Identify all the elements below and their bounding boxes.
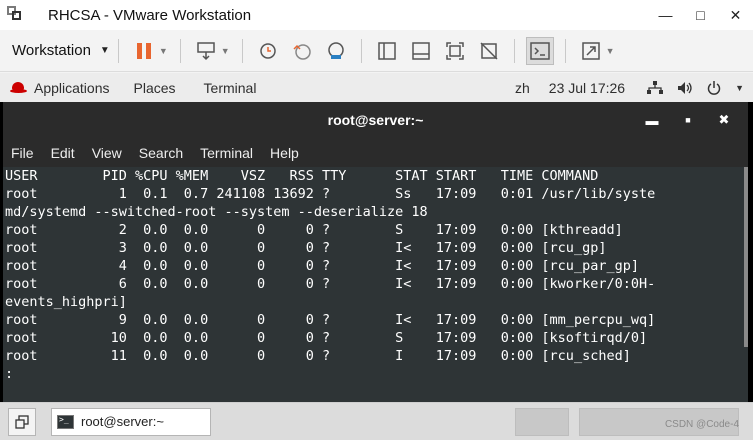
- guest-display[interactable]: Applications Places Terminal zh 23 Jul 1…: [0, 73, 753, 402]
- workstation-menu-label: Workstation: [12, 42, 91, 59]
- show-desktop-icon: [15, 414, 29, 429]
- snapshot-manager-icon: [327, 41, 344, 59]
- terminal-line: root 3 0.0 0.0 0 0 ? I< 17:09 0:00 [rcu_…: [5, 240, 607, 256]
- send-ctrl-alt-del-button[interactable]: [192, 37, 220, 65]
- terminal-output[interactable]: USER PID %CPU %MEM VSZ RSS TTY STAT STAR…: [3, 167, 748, 402]
- vmware-toolbar: Workstation ▼ ▼ ▼ ▼: [0, 30, 753, 72]
- snapshot-manager-button[interactable]: [322, 37, 350, 65]
- stretch-icon: [581, 41, 600, 60]
- terminal-app-menu[interactable]: Terminal: [204, 80, 257, 96]
- thumbnail-bar-button[interactable]: [407, 37, 435, 65]
- terminal-line: root 1 0.1 0.7 241108 13692 ? Ss 17:09 0…: [5, 186, 656, 202]
- send-keys-dropdown-icon[interactable]: ▼: [221, 46, 230, 56]
- console-icon: [529, 41, 550, 60]
- taskbar-terminal-item[interactable]: root@server:~: [51, 407, 211, 436]
- toolbar-divider: [513, 38, 515, 63]
- full-screen-button[interactable]: [441, 37, 469, 65]
- console-view-button[interactable]: [525, 36, 554, 65]
- pause-button[interactable]: [130, 37, 158, 65]
- menu-view[interactable]: View: [92, 145, 122, 161]
- power-icon[interactable]: [707, 80, 721, 95]
- chevron-down-icon: ▼: [99, 45, 110, 56]
- sidebar-view-icon: [377, 41, 396, 60]
- terminal-line: root 11 0.0 0.0 0 0 ? I 17:09 0:00 [rcu_…: [5, 348, 631, 364]
- terminal-line: md/systemd --switched-root --system --de…: [5, 204, 428, 220]
- terminal-prompt-line: :: [5, 366, 14, 382]
- taskbar-terminal-label: root@server:~: [81, 414, 164, 429]
- terminal-line: root 2 0.0 0.0 0 0 ? S 17:09 0:00 [kthre…: [5, 222, 623, 238]
- terminal-minimize-button[interactable]: ▬: [634, 113, 670, 128]
- terminal-line: root 10 0.0 0.0 0 0 ? S 17:09 0:00 [ksof…: [5, 330, 648, 346]
- unity-disabled-icon: [480, 41, 498, 60]
- show-desktop-button[interactable]: [8, 407, 36, 436]
- terminal-title-bar[interactable]: root@server:~ ▬ ■ ✖: [3, 102, 748, 138]
- revert-snapshot-icon: [293, 43, 311, 60]
- menu-terminal[interactable]: Terminal: [200, 145, 253, 161]
- terminal-title: root@server:~: [327, 112, 424, 128]
- close-button[interactable]: ✕: [718, 0, 753, 30]
- pause-dropdown-icon[interactable]: ▼: [159, 46, 168, 56]
- watermark: CSDN @Code-4: [664, 419, 739, 430]
- toolbar-divider: [241, 38, 243, 63]
- applications-menu[interactable]: Applications: [10, 80, 110, 96]
- terminal-line: USER PID %CPU %MEM VSZ RSS TTY STAT STAR…: [5, 168, 599, 184]
- snapshot-clock-icon: [259, 42, 276, 59]
- toolbar-divider: [360, 38, 362, 63]
- terminal-line: events_highpri]: [5, 294, 127, 310]
- window-title-bar: RHCSA - VMware Workstation — □ ✕: [0, 0, 753, 30]
- menu-help[interactable]: Help: [270, 145, 299, 161]
- terminal-menu-bar: File Edit View Search Terminal Help: [3, 138, 748, 167]
- system-menu-chevron-icon[interactable]: ▼: [735, 83, 744, 93]
- stretch-dropdown-icon[interactable]: ▼: [606, 46, 615, 56]
- terminal-line: root 9 0.0 0.0 0 0 ? I< 17:09 0:00 [mm_p…: [5, 312, 656, 328]
- revert-snapshot-button[interactable]: [288, 37, 316, 65]
- snapshot-button[interactable]: [254, 37, 282, 65]
- toolbar-divider: [564, 38, 566, 63]
- network-icon[interactable]: [647, 80, 664, 95]
- toolbar-divider: [179, 38, 181, 63]
- gnome-bottom-bar: root@server:~ CSDN @Code-4: [0, 402, 753, 440]
- terminal-icon: [57, 414, 74, 429]
- terminal-close-button[interactable]: ✖: [706, 112, 742, 128]
- menu-file[interactable]: File: [11, 145, 34, 161]
- unity-button[interactable]: [475, 37, 503, 65]
- minimize-button[interactable]: —: [648, 0, 683, 30]
- thumbnail-view-icon: [411, 41, 430, 60]
- full-screen-icon: [445, 41, 464, 60]
- maximize-button[interactable]: □: [683, 0, 718, 30]
- menu-edit[interactable]: Edit: [51, 145, 75, 161]
- applications-label: Applications: [34, 79, 110, 96]
- vmware-logo-icon: [7, 6, 25, 24]
- input-language-indicator[interactable]: zh: [515, 80, 530, 96]
- terminal-scrollbar[interactable]: [744, 167, 748, 347]
- show-library-button[interactable]: [373, 37, 401, 65]
- window-title: RHCSA - VMware Workstation: [48, 6, 252, 24]
- pause-icon: [136, 42, 151, 59]
- workstation-menu[interactable]: Workstation ▼: [12, 42, 110, 59]
- clock[interactable]: 23 Jul 17:26: [549, 80, 625, 96]
- menu-search[interactable]: Search: [139, 145, 183, 161]
- terminal-maximize-button[interactable]: ■: [670, 115, 706, 125]
- workspace-switcher-1[interactable]: [515, 408, 569, 436]
- gnome-top-bar: Applications Places Terminal zh 23 Jul 1…: [0, 73, 753, 102]
- places-menu[interactable]: Places: [134, 80, 176, 96]
- terminal-line: root 6 0.0 0.0 0 0 ? I< 17:09 0:00 [kwor…: [5, 276, 656, 292]
- send-keys-icon: [197, 41, 215, 60]
- redhat-logo-icon: [10, 81, 27, 94]
- volume-icon[interactable]: [677, 81, 693, 95]
- terminal-line: root 4 0.0 0.0 0 0 ? I< 17:09 0:00 [rcu_…: [5, 258, 639, 274]
- terminal-window: root@server:~ ▬ ■ ✖ File Edit View Searc…: [3, 102, 748, 402]
- toolbar-divider: [117, 38, 119, 63]
- stretch-guest-button[interactable]: [577, 37, 605, 65]
